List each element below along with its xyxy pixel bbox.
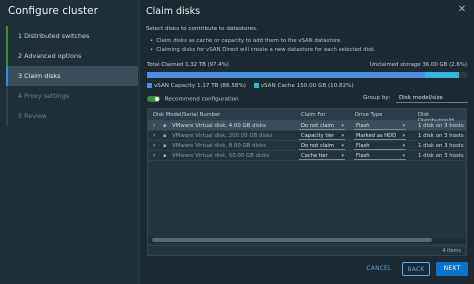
back-button[interactable]: BACK: [402, 262, 430, 276]
recommend-toggle[interactable]: [147, 96, 160, 102]
drive-type-select[interactable]: Flash: [354, 122, 406, 130]
disk-icon: ▪: [163, 133, 167, 139]
legend: vSAN Capacity 1.17 TB (86.58%) vSAN Cach…: [147, 83, 360, 89]
step-distributed-switches[interactable]: 1 Distributed switches: [6, 26, 138, 46]
legend-label: vSAN Capacity 1.17 TB (86.58%): [154, 83, 246, 89]
disk-name: VMware Virtual disk, 4.00 GB disks: [172, 123, 266, 129]
col-disk-model[interactable]: Disk Model/Serial Number: [153, 112, 220, 118]
legend-capacity: vSAN Capacity 1.17 TB (86.58%): [147, 83, 246, 89]
main-panel: Claim disks ✕ Select disks to contribute…: [140, 0, 474, 284]
col-claim-for[interactable]: Claim For: [301, 112, 326, 118]
claim-for-select[interactable]: Cache tier: [299, 152, 345, 160]
claim-for-select[interactable]: Do not claim: [299, 122, 345, 130]
disk-icon: ▪: [163, 143, 167, 149]
groupby-select[interactable]: Disk model/size: [396, 94, 468, 103]
table-row[interactable]: › ▪ VMware Virtual disk, 4.00 GB disks D…: [148, 121, 466, 131]
total-claimed: Total Claimed 1.32 TB (97.4%): [147, 62, 229, 68]
step-advanced-options[interactable]: 2 Advanced options: [6, 46, 138, 66]
drive-type-select[interactable]: Marked as HDD: [354, 132, 406, 140]
cache-segment: [424, 72, 459, 78]
step-proxy-settings: 4 Proxy settings: [6, 86, 138, 106]
chevron-right-icon[interactable]: ›: [153, 142, 155, 149]
unclaimed-storage: Unclaimed storage 36.00 GB (2.6%): [369, 62, 467, 68]
disk-icon: ▪: [163, 153, 167, 159]
wizard-title: Configure cluster: [8, 5, 98, 17]
disk-name: VMware Virtual disk, 50.00 GB disks: [172, 153, 270, 159]
wizard-steps: 1 Distributed switches 2 Advanced option…: [6, 26, 138, 126]
bullet-item: Claiming disks for vSAN Direct will crea…: [150, 46, 376, 55]
recommend-label: Recommend configuration: [164, 96, 239, 103]
bullet-list: Claim disks as cache or capacity to add …: [150, 37, 376, 55]
description: Select disks to contribute to datastores…: [146, 26, 258, 32]
table-header: Disk Model/Serial Number Claim For Drive…: [148, 109, 466, 124]
claim-for-select[interactable]: Do not claim: [299, 142, 345, 150]
table-row[interactable]: › ▪ VMware Virtual disk, 8.00 GB disks D…: [148, 141, 466, 151]
claim-for-select[interactable]: Capacity tier: [299, 132, 345, 140]
cancel-button[interactable]: CANCEL: [364, 262, 394, 276]
drive-type-select[interactable]: Flash: [354, 142, 406, 150]
groupby-control: Group by: Disk model/size: [363, 94, 468, 103]
close-icon[interactable]: ✕: [456, 4, 468, 16]
bullet-item: Claim disks as cache or capacity to add …: [150, 37, 376, 46]
capacity-segment: [147, 72, 425, 78]
toggle-knob: [155, 97, 159, 101]
recommend-config-row: Recommend configuration: [147, 96, 239, 103]
scrollbar-thumb[interactable]: [152, 238, 432, 242]
disk-distribution: 1 disk on 3 hosts: [418, 153, 464, 159]
table-row[interactable]: › ▪ VMware Virtual disk, 50.00 GB disks …: [148, 151, 466, 161]
disk-name: VMware Virtual disk, 8.00 GB disks: [172, 143, 266, 149]
step-review: 5 Review: [6, 106, 138, 126]
chevron-right-icon[interactable]: ›: [153, 122, 155, 129]
disk-name: VMware Virtual disk, 200.00 GB disks: [172, 133, 273, 139]
chevron-right-icon[interactable]: ›: [153, 132, 155, 139]
col-drive-type[interactable]: Drive Type: [355, 112, 382, 118]
legend-swatch: [253, 83, 259, 88]
legend-swatch: [147, 83, 152, 88]
groupby-label: Group by:: [363, 95, 391, 101]
disk-distribution: 1 disk on 3 hosts: [418, 143, 464, 149]
horizontal-scrollbar[interactable]: [148, 238, 466, 243]
drive-type-select[interactable]: Flash: [354, 152, 406, 160]
disk-icon: ▪: [163, 123, 167, 129]
chevron-right-icon[interactable]: ›: [153, 152, 155, 159]
table-footer: 4 items: [148, 245, 466, 255]
next-button[interactable]: NEXT: [436, 262, 468, 276]
table-row[interactable]: › ▪ VMware Virtual disk, 200.00 GB disks…: [148, 131, 466, 141]
disk-distribution: 1 disk on 3 hosts: [418, 133, 464, 139]
page-title: Claim disks: [146, 6, 201, 17]
disk-distribution: 1 disk on 3 hosts: [418, 123, 464, 129]
legend-label: vSAN Cache 150.00 GB (10.82%): [260, 83, 354, 89]
step-claim-disks[interactable]: 3 Claim disks: [6, 66, 138, 86]
disk-table: Disk Model/Serial Number Claim For Drive…: [147, 108, 467, 256]
wizard-panel: Configure cluster 1 Distributed switches…: [0, 0, 140, 284]
storage-bar: [147, 72, 467, 78]
legend-cache: vSAN Cache 150.00 GB (10.82%): [253, 83, 354, 89]
